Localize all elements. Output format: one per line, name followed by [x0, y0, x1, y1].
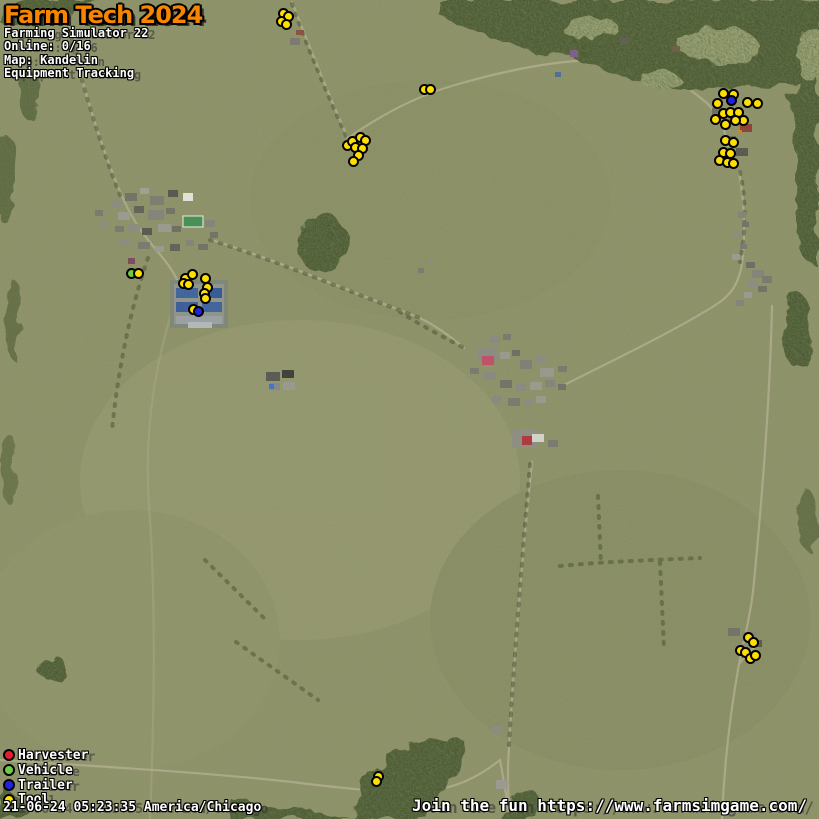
marker-tool	[281, 19, 292, 30]
marker-tool	[133, 268, 144, 279]
marker-layer	[0, 0, 819, 819]
legend-label: Trailer	[18, 778, 73, 793]
marker-tool	[728, 137, 739, 148]
legend-label: Harvester	[18, 748, 88, 763]
legend-label: Vehicle	[18, 763, 73, 778]
marker-tool	[200, 293, 211, 304]
vehicle-dot-icon	[3, 764, 15, 776]
marker-tool	[187, 269, 198, 280]
marker-tool	[720, 119, 731, 130]
legend-item-trailer: Trailer	[3, 778, 88, 793]
tracking-label: Equipment Tracking	[4, 67, 149, 80]
marker-tool	[730, 115, 741, 126]
marker-tool	[712, 98, 723, 109]
header: Farming Simulator 22 Online: 0/16 Map: K…	[4, 27, 149, 81]
marker-tool	[371, 776, 382, 787]
marker-tool	[348, 156, 359, 167]
marker-trailer	[193, 306, 204, 317]
marker-tool	[425, 84, 436, 95]
online-status: Online: 0/16	[4, 40, 149, 53]
marker-tool	[748, 637, 759, 648]
marker-tool	[728, 158, 739, 169]
trailer-dot-icon	[3, 779, 15, 791]
marker-tool	[742, 97, 753, 108]
harvester-dot-icon	[3, 749, 15, 761]
legend-item-vehicle: Vehicle	[3, 763, 88, 778]
timestamp: 21-06-24 05:23:35 America/Chicago	[3, 800, 261, 815]
marker-trailer	[726, 95, 737, 106]
page-title: Farm Tech 2024	[4, 2, 202, 28]
marker-tool	[183, 279, 194, 290]
marker-tool	[752, 98, 763, 109]
marker-tool	[710, 114, 721, 125]
legend-item-harvester: Harvester	[3, 748, 88, 763]
legend: Harvester Vehicle Trailer Tool	[3, 748, 88, 807]
promo-link[interactable]: Join the fun https://www.farmsimgame.com…	[412, 796, 807, 815]
marker-tool	[750, 650, 761, 661]
equipment-map-page: Farm Tech 2024 Farming Simulator 22 Onli…	[0, 0, 819, 819]
